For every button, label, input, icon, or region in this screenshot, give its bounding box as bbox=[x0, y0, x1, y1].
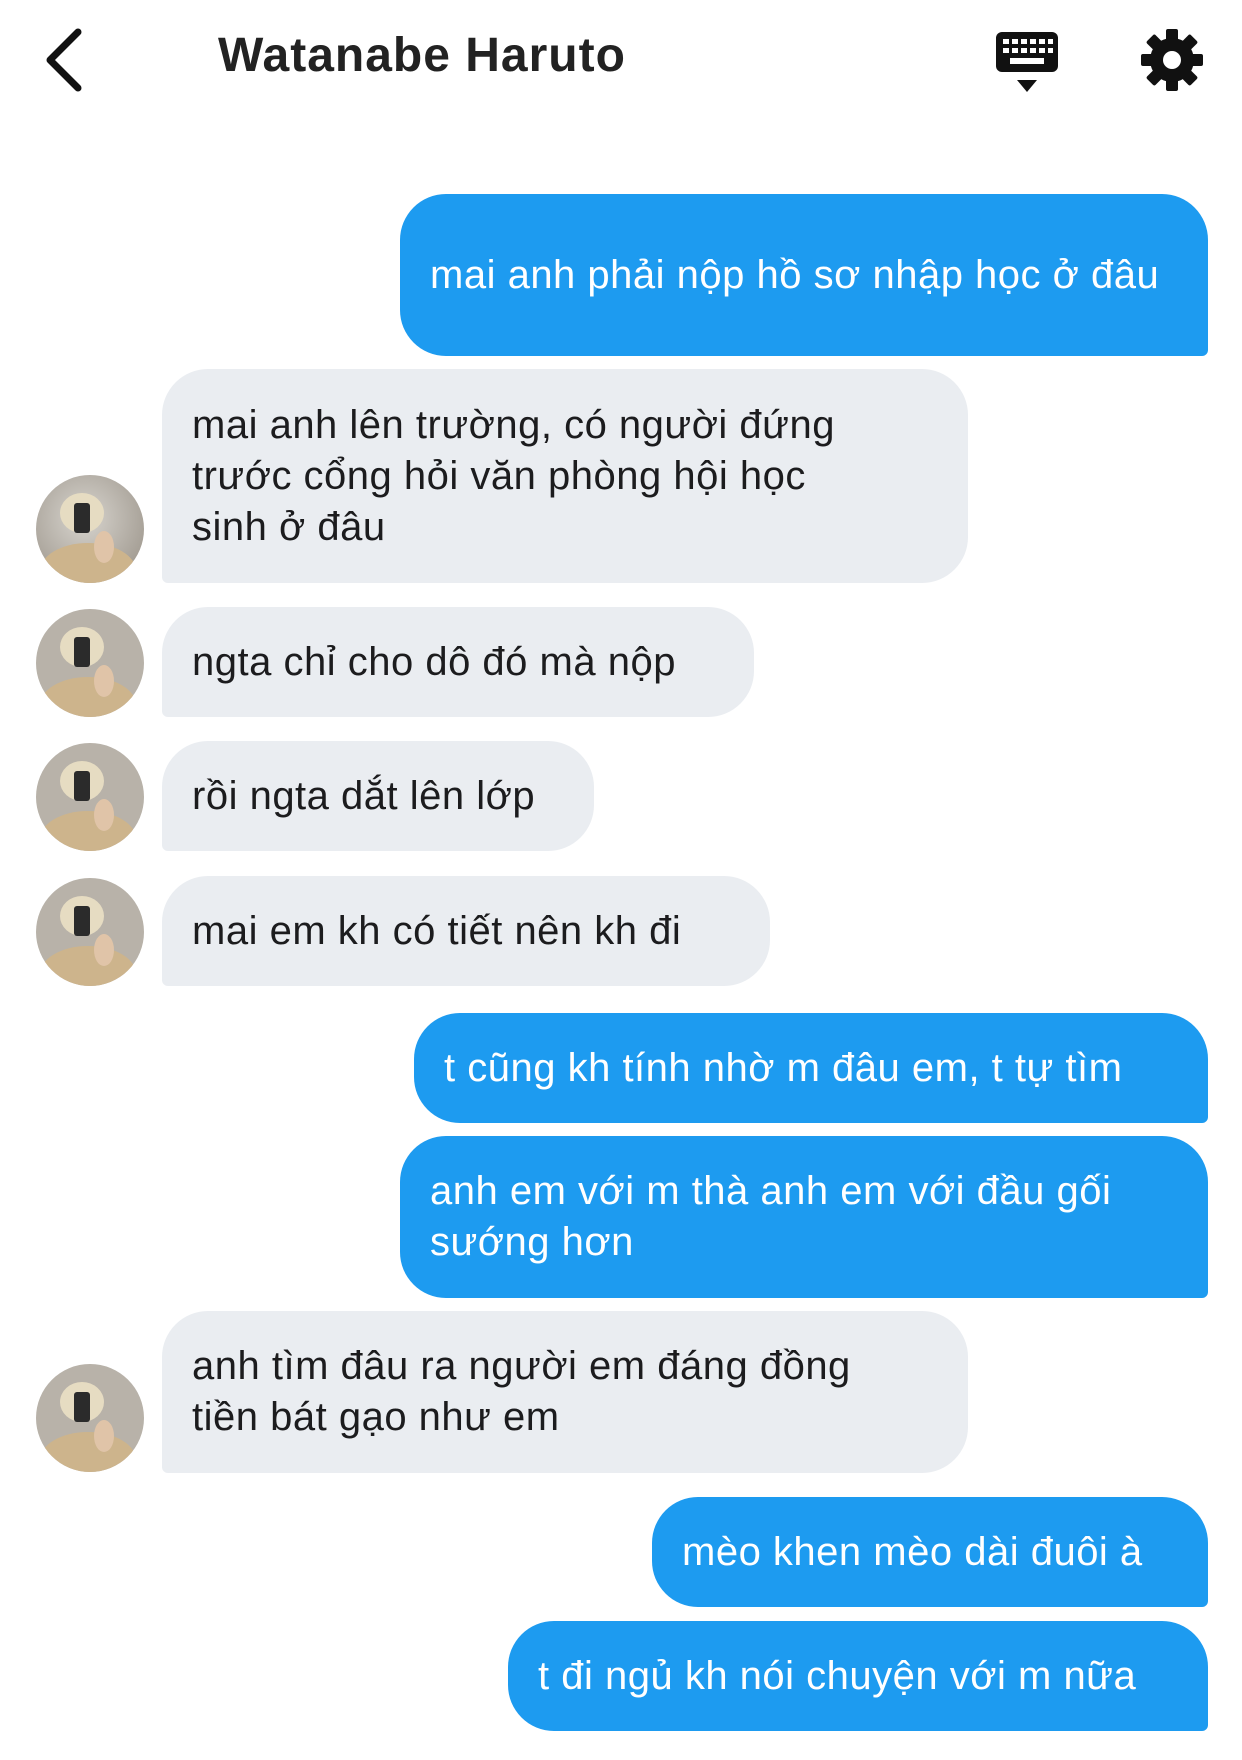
message-text: anh em với m thà anh em với đầu gối sướn… bbox=[430, 1169, 1112, 1264]
avatar[interactable] bbox=[36, 475, 144, 583]
message-text: rồi ngta dắt lên lớp bbox=[192, 773, 536, 818]
message-text: anh tìm đâu ra người em đáng đồng tiền b… bbox=[192, 1344, 851, 1439]
contact-avatar-image bbox=[36, 743, 144, 851]
back-button[interactable] bbox=[38, 24, 98, 96]
message-bubble-sent[interactable]: anh em với m thà anh em với đầu gối sướn… bbox=[400, 1136, 1208, 1298]
message-bubble-sent[interactable]: mai anh phải nộp hồ sơ nhập học ở đâu bbox=[400, 194, 1208, 356]
message-text: mai anh lên trường, có người đứng trước … bbox=[192, 402, 835, 549]
contact-avatar-image bbox=[36, 475, 144, 583]
conversation-title: Watanabe Haruto bbox=[218, 29, 626, 82]
keyboard-button[interactable] bbox=[994, 30, 1060, 96]
avatar[interactable] bbox=[36, 743, 144, 851]
message-bubble-received[interactable]: mai em kh có tiết nên kh đi bbox=[162, 876, 770, 986]
message-bubble-sent[interactable]: t đi ngủ kh nói chuyện với m nữa bbox=[508, 1621, 1208, 1731]
chat-header: Watanabe Haruto bbox=[0, 0, 1242, 130]
message-text: mai anh phải nộp hồ sơ nhập học ở đâu bbox=[430, 252, 1160, 297]
message-text: t cũng kh tính nhờ m đâu em, t tự tìm bbox=[444, 1045, 1123, 1090]
message-bubble-received[interactable]: ngta chỉ cho dô đó mà nộp bbox=[162, 607, 754, 717]
avatar[interactable] bbox=[36, 1364, 144, 1472]
chevron-left-icon bbox=[46, 28, 82, 92]
message-text: mai em kh có tiết nên kh đi bbox=[192, 908, 682, 953]
avatar[interactable] bbox=[36, 878, 144, 986]
gear-icon bbox=[1141, 29, 1203, 91]
message-bubble-received[interactable]: rồi ngta dắt lên lớp bbox=[162, 741, 594, 851]
message-bubble-received[interactable]: mai anh lên trường, có người đứng trước … bbox=[162, 369, 968, 583]
message-bubble-sent[interactable]: mèo khen mèo dài đuôi à bbox=[652, 1497, 1208, 1607]
message-bubble-sent[interactable]: t cũng kh tính nhờ m đâu em, t tự tìm bbox=[414, 1013, 1208, 1123]
avatar[interactable] bbox=[36, 609, 144, 717]
contact-avatar-image bbox=[36, 878, 144, 986]
message-text: ngta chỉ cho dô đó mà nộp bbox=[192, 639, 676, 684]
contact-avatar-image bbox=[36, 609, 144, 717]
keyboard-icon bbox=[996, 32, 1058, 92]
message-bubble-received[interactable]: anh tìm đâu ra người em đáng đồng tiền b… bbox=[162, 1311, 968, 1473]
contact-avatar-image bbox=[36, 1364, 144, 1472]
message-text: mèo khen mèo dài đuôi à bbox=[682, 1529, 1143, 1574]
message-text: t đi ngủ kh nói chuyện với m nữa bbox=[538, 1653, 1137, 1698]
settings-button[interactable] bbox=[1140, 28, 1204, 92]
